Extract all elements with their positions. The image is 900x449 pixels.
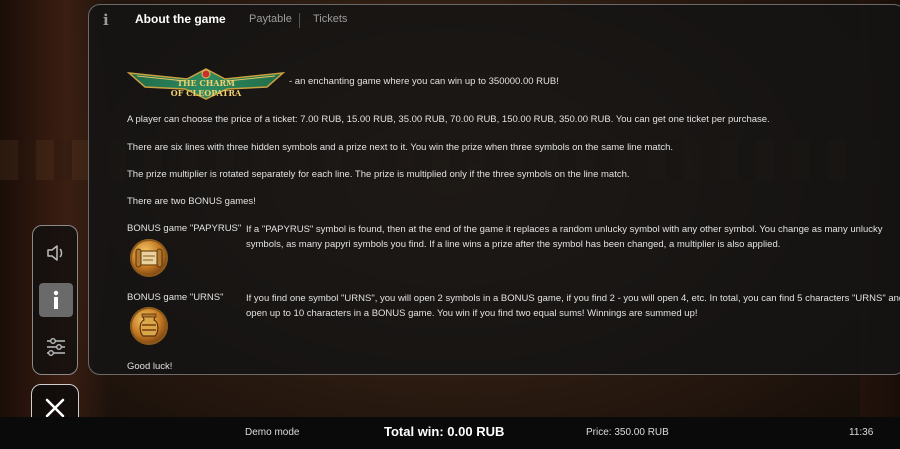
tagline: - an enchanting game where you can win u… <box>289 76 559 87</box>
settings-button[interactable] <box>39 330 73 364</box>
info-button[interactable] <box>39 283 73 317</box>
info-icon <box>53 290 59 309</box>
info-panel: i About the game Paytable Tickets THE CH… <box>88 4 900 375</box>
side-menu <box>32 225 78 375</box>
clock: 11:36 <box>849 427 874 438</box>
sound-icon <box>47 245 63 261</box>
multiplier-paragraph: The prize multiplier is rotated separate… <box>127 169 630 180</box>
game-logo: THE CHARM OF CLEOPATRA <box>126 65 286 103</box>
tab-paytable[interactable]: Paytable <box>249 13 292 25</box>
svg-text:OF CLEOPATRA: OF CLEOPATRA <box>171 88 242 98</box>
sound-button[interactable] <box>39 236 73 270</box>
svg-text:THE CHARM: THE CHARM <box>177 78 235 88</box>
bottom-status-bar: Demo mode Total win: 0.00 RUB Price: 350… <box>0 417 900 449</box>
bonus-papyrus-text: If a "PAPYRUS" symbol is found, then at … <box>246 224 883 250</box>
lines-paragraph: There are six lines with three hidden sy… <box>127 142 674 153</box>
ticket-price-paragraph: A player can choose the price of a ticke… <box>127 114 770 125</box>
demo-mode-label: Demo mode <box>245 427 300 438</box>
bonus-papyrus-label: BONUS game "PAPYRUS" <box>127 223 242 234</box>
tab-tickets[interactable]: Tickets <box>313 13 347 25</box>
bonus-urns-label: BONUS game "URNS" <box>127 292 224 303</box>
bonus-intro-paragraph: There are two BONUS games! <box>127 196 256 207</box>
price-display: Price: 350.00 RUB <box>586 427 669 438</box>
tab-about-the-game[interactable]: About the game <box>135 12 226 26</box>
info-icon: i <box>103 11 109 29</box>
tab-divider <box>299 13 300 28</box>
good-luck-text: Good luck! <box>127 361 173 372</box>
tab-bar: i About the game Paytable Tickets <box>89 5 900 35</box>
logo-row: THE CHARM OF CLEOPATRA - an enchanting g… <box>126 65 887 105</box>
bonus-urns-text: If you find one symbol "URNS", you will … <box>246 293 900 319</box>
papyrus-icon <box>130 239 168 277</box>
urn-icon <box>130 307 168 345</box>
total-win-display: Total win: 0.00 RUB <box>384 424 505 439</box>
settings-sliders-icon <box>47 338 65 356</box>
